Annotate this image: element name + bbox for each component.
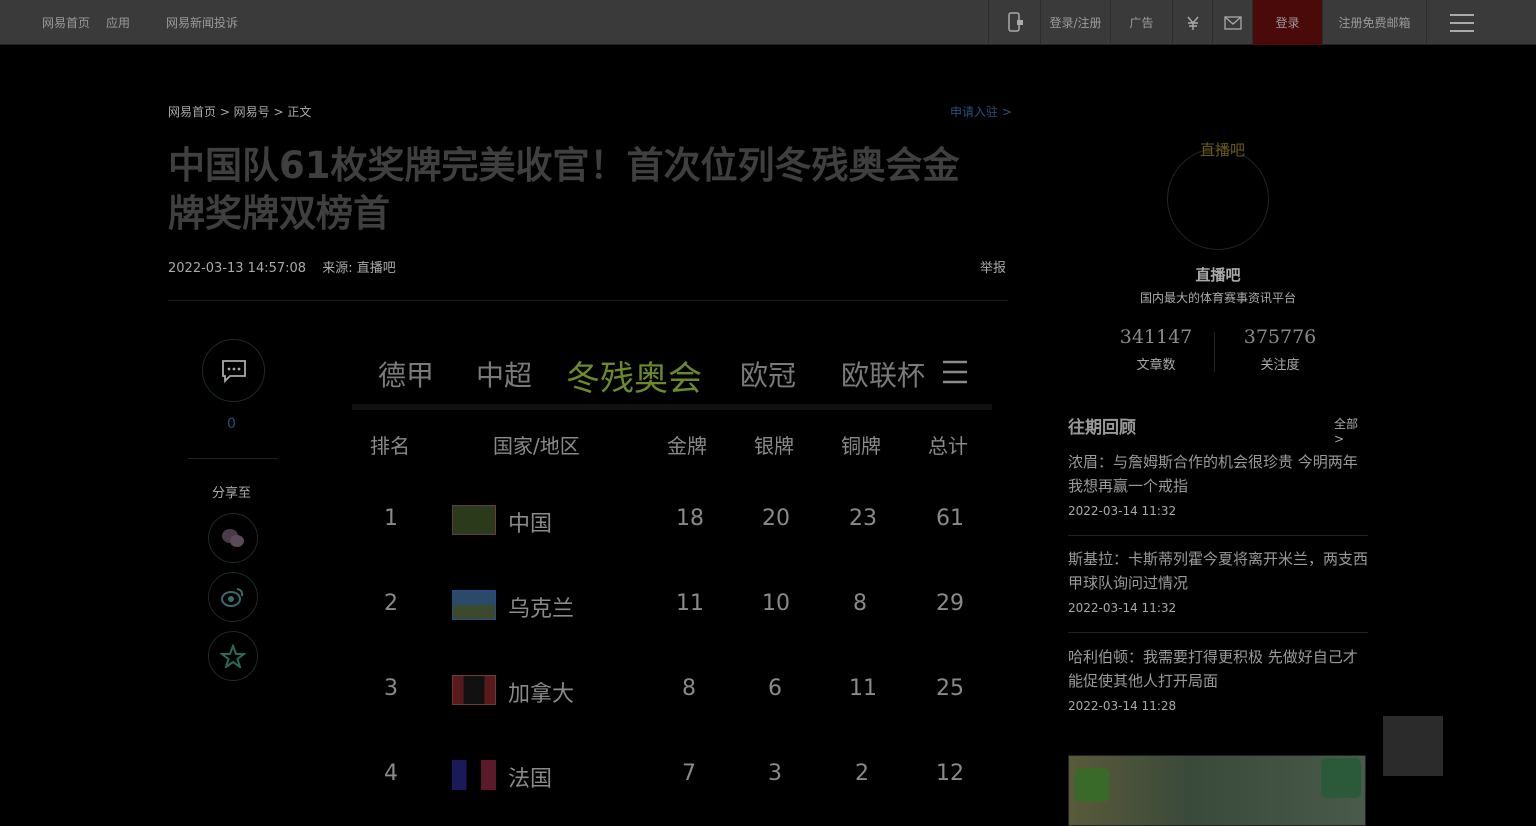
header-silver: 银牌: [754, 434, 794, 458]
header-gold: 金牌: [667, 434, 707, 458]
tab-ucl: 欧冠: [740, 359, 797, 392]
canada-flag-icon: [452, 675, 496, 705]
row-rank: 2: [384, 591, 398, 616]
history-item-date: 2022-03-14 11:32: [1068, 601, 1177, 615]
row-rank: 1: [384, 506, 398, 531]
follows-count: 375776: [1243, 326, 1317, 348]
articles-label: 文章数: [1136, 358, 1176, 373]
history-item-title[interactable]: 浓眉：与詹姆斯合作的机会很珍贵 今明两年我想再赢一个戒指: [1068, 450, 1368, 498]
history-item-date: 2022-03-14 11:28: [1068, 699, 1177, 713]
author-name[interactable]: 直播吧: [1068, 264, 1368, 285]
publish-time: 2022-03-13 14:57:08: [168, 261, 307, 276]
medal-tabs: 德甲 中超 冬残奥会 欧冠 欧联杯: [352, 338, 992, 410]
game-app-icon: [1321, 758, 1361, 798]
row-silver: 6: [768, 676, 782, 701]
row-total: 61: [936, 506, 964, 531]
header-rank: 排名: [370, 434, 410, 458]
stat-divider: [1214, 332, 1215, 372]
row-silver: 10: [762, 591, 790, 616]
row-bronze: 11: [849, 676, 877, 701]
history-item-date: 2022-03-14 11:32: [1068, 504, 1177, 518]
row-gold: 18: [676, 506, 704, 531]
back-to-top-button[interactable]: [1383, 716, 1443, 776]
header-total: 总计: [928, 434, 968, 458]
row-silver: 20: [762, 506, 790, 531]
weibo-icon: [221, 588, 244, 607]
share-weibo-button[interactable]: [208, 572, 258, 622]
breadcrumb[interactable]: 网易首页 > 网易号 > 正文: [168, 103, 311, 120]
list-item[interactable]: 哈利伯顿：我需要打得更积极 先做好自己才能促使其他人打开局面 2022-03-1…: [1068, 645, 1368, 725]
history-item-title[interactable]: 斯基拉：卡斯蒂列霍今夏将离开米兰，两支西甲球队询问过情况: [1068, 547, 1368, 595]
row-gold: 8: [682, 676, 696, 701]
wechat-icon: [222, 529, 244, 547]
table-row: 1 中国 18 20 23 61: [352, 490, 992, 550]
ukraine-flag-icon: [452, 590, 496, 620]
row-silver: 3: [768, 761, 782, 786]
row-country: 加拿大: [508, 682, 575, 707]
stat-articles: 341147 文章数: [1106, 326, 1206, 373]
share-wechat-button[interactable]: [208, 513, 258, 563]
top-nav-left: 网易首页 应用 网易新闻投诉: [42, 0, 254, 45]
table-row: 2 乌克兰 11 10 8 29: [352, 575, 992, 635]
tabs-menu-icon: [943, 360, 967, 384]
row-country: 乌克兰: [508, 597, 575, 622]
qzone-star-icon: [220, 644, 246, 668]
header-country: 国家/地区: [493, 434, 580, 458]
row-total: 12: [936, 761, 964, 786]
row-rank: 3: [384, 676, 398, 701]
menu-icon[interactable]: [1426, 0, 1496, 45]
france-flag-icon: [452, 760, 496, 790]
article-meta: 2022-03-13 14:57:08 来源: 直播吧: [168, 257, 408, 276]
article-title: 中国队61枚奖牌完美收官！首次位列冬残奥会金牌奖牌双榜首: [168, 144, 960, 235]
follows-label: 关注度: [1260, 358, 1300, 373]
row-rank: 4: [384, 761, 398, 786]
row-country: 法国: [508, 767, 553, 792]
header-bronze: 铜牌: [841, 434, 881, 458]
divider: [168, 300, 1008, 301]
comment-count: 0: [227, 416, 236, 432]
right-sidebar: 直播吧 国内最大的体育赛事资讯平台 341147 文章数 375776 关注度 …: [1068, 0, 1368, 826]
table-row: 4 法国 7 3 2 12: [352, 745, 992, 805]
history-title: 往期回顾: [1068, 418, 1136, 438]
list-item[interactable]: 浓眉：与詹姆斯合作的机会很珍贵 今明两年我想再赢一个戒指 2022-03-14 …: [1068, 450, 1368, 536]
share-qzone-button[interactable]: [208, 631, 258, 681]
row-country: 中国: [508, 512, 553, 537]
list-item[interactable]: 斯基拉：卡斯蒂列霍今夏将离开米兰，两支西甲球队询问过情况 2022-03-14 …: [1068, 547, 1368, 633]
nav-home-link[interactable]: 网易首页: [42, 14, 90, 31]
row-gold: 7: [682, 761, 696, 786]
articles-count: 341147: [1119, 326, 1193, 348]
article-source[interactable]: 来源: 直播吧: [322, 261, 396, 276]
comment-button[interactable]: [202, 339, 265, 402]
tab-csl: 中超: [476, 359, 533, 392]
row-bronze: 23: [849, 506, 877, 531]
ad-banner[interactable]: [1068, 755, 1366, 826]
share-divider: [188, 458, 278, 459]
medal-table-image: 德甲 中超 冬残奥会 欧冠 欧联杯 排名 国家/地区 金牌 银牌 铜牌 总计 1…: [352, 338, 992, 826]
share-label: 分享至: [212, 486, 252, 501]
row-bronze: 2: [855, 761, 869, 786]
author-description: 国内最大的体育赛事资讯平台: [1139, 291, 1296, 305]
table-row: 3 加拿大 8 6 11 25: [352, 660, 992, 720]
row-gold: 11: [676, 591, 704, 616]
nav-complaint-link[interactable]: 网易新闻投诉: [166, 14, 238, 31]
row-total: 25: [936, 676, 964, 701]
comment-icon: [221, 359, 246, 383]
mobile-icon[interactable]: [988, 0, 1040, 45]
history-all-link[interactable]: 全部 >: [1334, 415, 1368, 446]
row-total: 29: [936, 591, 964, 616]
phone-app-icon: [1075, 768, 1109, 802]
row-bronze: 8: [853, 591, 867, 616]
apply-link[interactable]: 申请入驻 >: [950, 103, 1012, 120]
nav-app-link[interactable]: 应用: [106, 14, 130, 31]
tab-uel: 欧联杯: [841, 359, 926, 392]
stat-follows: 375776 关注度: [1230, 326, 1330, 373]
china-flag-icon: [452, 505, 496, 535]
tab-paralympics: 冬残奥会: [566, 359, 702, 399]
history-item-title[interactable]: 哈利伯顿：我需要打得更积极 先做好自己才能促使其他人打开局面: [1068, 645, 1368, 693]
tab-bundesliga: 德甲: [378, 359, 435, 392]
report-link[interactable]: 举报: [980, 257, 1006, 276]
